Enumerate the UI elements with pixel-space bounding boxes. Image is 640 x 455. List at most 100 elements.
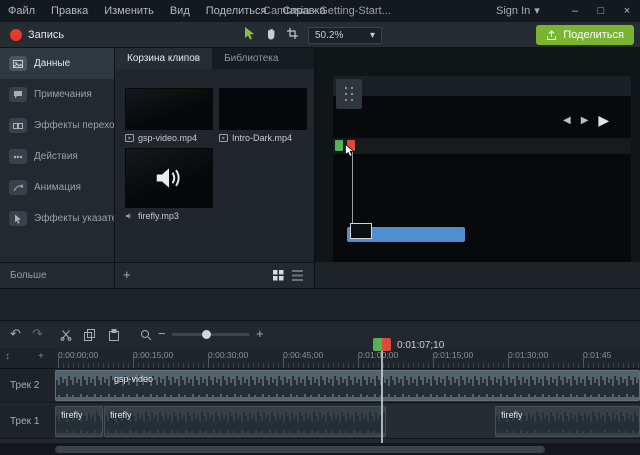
sign-in-button[interactable]: Sign In ▾ — [496, 0, 540, 22]
add-track-button[interactable]: + — [38, 351, 44, 362]
cut-button[interactable] — [60, 329, 72, 344]
add-media-button[interactable]: + — [123, 267, 131, 282]
zoom-value: 50.2% — [315, 29, 344, 41]
crop-tool[interactable] — [287, 28, 298, 42]
trim-out-handle[interactable] — [382, 338, 391, 351]
window-controls: – □ × — [562, 0, 640, 22]
track2-header: Трек 2 — [0, 369, 55, 403]
playhead-marker[interactable] — [373, 338, 391, 351]
list-view-button[interactable] — [292, 270, 303, 284]
timeline-scrollbar[interactable] — [0, 443, 640, 455]
video-content-trim-in-handle — [335, 140, 343, 151]
clip-firefly-2[interactable]: firefly — [104, 406, 386, 437]
timeline: ↶ ↷ − + 0:01:07;10 ↕ + 0:00:00;00 0:00:1… — [0, 320, 640, 455]
sign-in-label: Sign In — [496, 5, 531, 17]
playhead-line[interactable] — [381, 350, 383, 443]
camtasia-app: { "window": { "title": "Camtasia - Getti… — [0, 0, 640, 455]
clip-gsp-video[interactable]: gsp-video — [55, 370, 640, 401]
track-gutter-header: ↕ + — [0, 348, 55, 369]
clip-label: firefly — [61, 410, 83, 420]
video-content-thumbnail — [350, 223, 372, 239]
media-item-firefly[interactable]: firefly.mp3 — [125, 148, 213, 221]
timeline-zoom-out-button[interactable]: − — [158, 327, 166, 341]
video-content-toolbox — [336, 79, 362, 109]
preview-canvas[interactable]: ◀ ▶ ▶ — [333, 76, 631, 262]
record-button[interactable]: Запись — [28, 22, 64, 48]
record-icon[interactable] — [10, 29, 22, 41]
sidebar-item-label: Примечания — [34, 89, 92, 100]
sidebar-item-annotations[interactable]: Примечания — [0, 79, 114, 110]
sidebar-item-label: Эффекты указателя — [34, 213, 114, 224]
paste-button[interactable] — [108, 329, 120, 344]
menu-view[interactable]: Вид — [162, 0, 198, 22]
mouse-cursor-icon — [345, 144, 355, 157]
media-bin-bottom-bar: + — [115, 262, 315, 288]
cursor-icon — [9, 211, 27, 226]
chevron-down-icon: ▾ — [534, 5, 540, 17]
clip-label: firefly — [501, 410, 523, 420]
main-toolbar: Запись 50.2% ▾ Поделиться — [0, 22, 640, 48]
sidebar-item-label: Действия — [34, 151, 78, 162]
timeline-zoom-in-button[interactable]: + — [256, 327, 264, 341]
track-name: Трек 1 — [10, 416, 40, 427]
sidebar-item-media[interactable]: Данные — [0, 48, 114, 79]
tri-left-icon: ◀ — [563, 115, 571, 126]
track-name: Трек 2 — [10, 380, 40, 391]
undo-button[interactable]: ↶ — [10, 327, 21, 341]
behaviors-icon — [9, 149, 27, 164]
tri-right-icon: ▶ — [580, 115, 589, 126]
share-button[interactable]: Поделиться — [536, 25, 634, 45]
share-label: Поделиться — [563, 29, 624, 41]
play-icon: ▶ — [598, 112, 610, 128]
speaker-icon — [156, 168, 180, 188]
playback-controls: ‹ › ⚙ Свойства — [0, 288, 640, 320]
transition-icon — [9, 118, 27, 133]
media-icon — [9, 56, 27, 71]
video-file-icon — [219, 134, 228, 142]
chevron-down-icon: ▾ — [369, 29, 375, 41]
media-item-intro-dark[interactable]: Intro-Dark.mp4 — [219, 88, 307, 143]
menu-modify[interactable]: Изменить — [96, 0, 162, 22]
pan-hand-tool[interactable] — [266, 28, 277, 43]
track-resize-icon[interactable]: ↕ — [5, 351, 10, 362]
menu-file[interactable]: Файл — [0, 0, 43, 22]
minimize-button[interactable]: – — [562, 0, 588, 22]
tab-clip-bin[interactable]: Корзина клипов — [115, 48, 213, 69]
clip-firefly-1[interactable]: firefly — [55, 406, 103, 437]
sidebar-item-label: Анимация — [34, 182, 81, 193]
trim-in-handle[interactable] — [373, 338, 382, 351]
track1-lane[interactable]: firefly firefly firefly — [55, 405, 640, 439]
window-title: Camtasia - Getting-Start... — [263, 5, 391, 17]
timeline-zoom-slider-track[interactable] — [172, 333, 250, 336]
sidebar-item-label: Эффекты переходов — [34, 120, 114, 131]
clip-label: firefly — [110, 410, 132, 420]
redo-button[interactable]: ↷ — [32, 327, 43, 341]
time-ruler[interactable]: 0:00:00;00 0:00:15;00 0:00:30;00 0:00:45… — [55, 348, 640, 369]
timeline-zoom-icon — [140, 329, 152, 344]
sidebar-item-transitions[interactable]: Эффекты переходов — [0, 110, 114, 141]
annotation-icon — [9, 87, 27, 102]
tools-sidebar: Данные Примечания Эффекты переходов Дейс… — [0, 48, 115, 262]
zoom-select[interactable]: 50.2% ▾ — [308, 26, 382, 44]
media-item-gsp-video[interactable]: gsp-video.mp4 — [125, 88, 213, 143]
timeline-scrollbar-thumb[interactable] — [55, 446, 545, 453]
tab-library[interactable]: Библиотека — [212, 48, 290, 69]
video-content-timeline-band — [333, 138, 631, 154]
copy-button[interactable] — [84, 329, 96, 344]
sidebar-item-animations[interactable]: Анимация — [0, 172, 114, 203]
media-bin-panel: Корзина клипов Библиотека gsp-video.mp4 … — [115, 48, 315, 262]
track2-lane[interactable]: gsp-video — [55, 369, 640, 403]
sidebar-more-button[interactable]: Больше — [0, 262, 115, 288]
clip-firefly-3[interactable]: firefly — [495, 406, 640, 437]
grid-view-button[interactable] — [273, 270, 284, 284]
close-button[interactable]: × — [614, 0, 640, 22]
video-content-playhead-line — [352, 151, 353, 231]
sidebar-item-cursor-effects[interactable]: Эффекты указателя — [0, 203, 114, 234]
menu-edit[interactable]: Правка — [43, 0, 96, 22]
maximize-button[interactable]: □ — [588, 0, 614, 22]
timeline-zoom-slider-handle[interactable] — [202, 330, 211, 339]
media-item-name: gsp-video.mp4 — [138, 133, 198, 143]
track1-header: Трек 1 — [0, 405, 55, 439]
sidebar-item-behaviors[interactable]: Действия — [0, 141, 114, 172]
edit-arrow-tool[interactable] — [244, 27, 256, 43]
